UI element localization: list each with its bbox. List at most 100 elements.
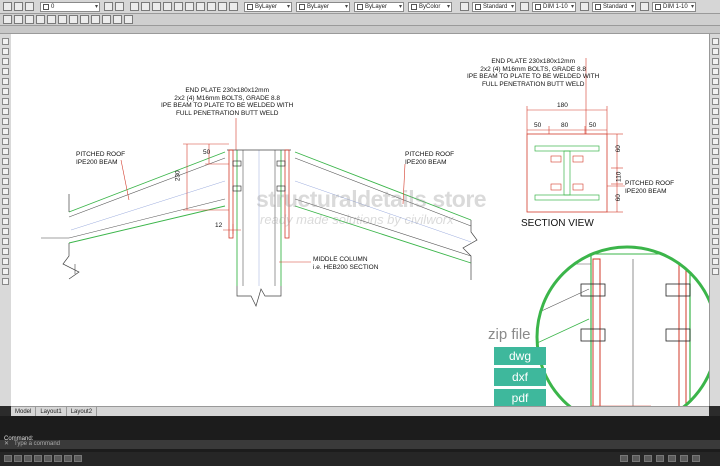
linetype-dropdown[interactable]: ByLayer ▾ — [296, 2, 350, 12]
ellipse-arc-icon[interactable] — [2, 138, 9, 145]
lock-ui-icon[interactable] — [644, 455, 652, 462]
snap-icon[interactable] — [113, 15, 122, 24]
command-close-icon[interactable]: ✕ — [4, 440, 9, 447]
zoom-previous-icon[interactable] — [185, 2, 194, 11]
arc-tool-icon[interactable] — [2, 88, 9, 95]
spline-icon[interactable] — [2, 118, 9, 125]
design-center-icon[interactable] — [207, 2, 216, 11]
dynamic-input-icon[interactable] — [64, 455, 72, 462]
text-style-dropdown[interactable]: Standard ▾ — [472, 2, 516, 12]
customization-icon[interactable] — [692, 455, 700, 462]
offset-icon[interactable] — [712, 68, 719, 75]
text-style-icon[interactable] — [460, 2, 469, 11]
polygon-icon[interactable] — [2, 68, 9, 75]
help-icon[interactable] — [229, 2, 238, 11]
gradient-icon[interactable] — [2, 188, 9, 195]
object-snap-icon[interactable] — [44, 455, 52, 462]
color-dropdown[interactable]: ByLayer ▾ — [244, 2, 292, 12]
dist-icon[interactable] — [2, 238, 9, 245]
dxf-download-button[interactable]: dxf — [494, 368, 546, 386]
new-file-icon[interactable] — [3, 2, 12, 11]
properties-icon[interactable] — [196, 2, 205, 11]
table-style-dropdown[interactable]: Standard ▾ — [592, 2, 636, 12]
layer-properties-icon[interactable] — [104, 2, 113, 11]
zoom-icon[interactable] — [163, 2, 172, 11]
undo-icon[interactable] — [130, 2, 139, 11]
lineweight-toggle-icon[interactable] — [74, 455, 82, 462]
text-icon[interactable] — [69, 15, 78, 24]
dim-style-icon[interactable] — [520, 2, 529, 11]
polyline-icon[interactable] — [14, 15, 23, 24]
copy-icon[interactable] — [712, 48, 719, 55]
ortho-mode-icon[interactable] — [24, 455, 32, 462]
redo-icon[interactable] — [141, 2, 150, 11]
isolate-objects-icon[interactable] — [656, 455, 664, 462]
insert-block-icon[interactable] — [2, 148, 9, 155]
mirror-icon[interactable] — [712, 58, 719, 65]
multileader-style-icon[interactable] — [640, 2, 649, 11]
stretch-icon[interactable] — [712, 118, 719, 125]
annotation-scale-icon[interactable] — [620, 455, 628, 462]
point-icon[interactable] — [2, 168, 9, 175]
insert-icon[interactable] — [102, 15, 111, 24]
fillet-icon[interactable] — [712, 178, 719, 185]
pdf-download-button[interactable]: pdf — [494, 389, 546, 406]
block-icon[interactable] — [91, 15, 100, 24]
ucs-icon[interactable] — [2, 258, 9, 265]
drawing-canvas[interactable]: END PLATE 230x180x12mm 2x2 (4) M16mm BOL… — [11, 34, 709, 406]
join-icon[interactable] — [712, 158, 719, 165]
view-icon[interactable] — [2, 278, 9, 285]
array-icon[interactable] — [712, 78, 719, 85]
divide-icon[interactable] — [712, 218, 719, 225]
rotate-icon[interactable] — [712, 98, 719, 105]
orbit-icon[interactable] — [2, 268, 9, 275]
area-icon[interactable] — [2, 248, 9, 255]
layer-dropdown[interactable]: 0 ▾ — [40, 2, 100, 12]
polyline-tool-icon[interactable] — [2, 58, 9, 65]
id-point-icon[interactable] — [712, 258, 719, 265]
polar-tracking-icon[interactable] — [34, 455, 42, 462]
revision-cloud-icon[interactable] — [2, 108, 9, 115]
command-input[interactable]: ✕ Type a command — [0, 440, 720, 449]
table-style-icon[interactable] — [580, 2, 589, 11]
trim-icon[interactable] — [712, 128, 719, 135]
dim-style-dropdown[interactable]: DIM 1-10 ▾ — [532, 2, 576, 12]
measure-icon[interactable] — [712, 228, 719, 235]
line-icon[interactable] — [3, 15, 12, 24]
table-icon[interactable] — [2, 208, 9, 215]
list-icon[interactable] — [712, 248, 719, 255]
lengthen-icon[interactable] — [712, 198, 719, 205]
layer-walk-icon[interactable] — [712, 268, 719, 275]
grid-icon[interactable] — [124, 15, 133, 24]
extend-icon[interactable] — [712, 138, 719, 145]
add-selected-icon[interactable] — [2, 228, 9, 235]
dimension-icon[interactable] — [80, 15, 89, 24]
grid-mode-icon[interactable] — [14, 455, 22, 462]
hatch-tool-icon[interactable] — [2, 178, 9, 185]
object-tracking-icon[interactable] — [54, 455, 62, 462]
hardware-acceleration-icon[interactable] — [668, 455, 676, 462]
ellipse-icon[interactable] — [2, 128, 9, 135]
move-icon[interactable] — [712, 88, 719, 95]
multileader-style-dropdown[interactable]: DIM 1-10 ▾ — [652, 2, 696, 12]
align-icon[interactable] — [712, 208, 719, 215]
scale-icon[interactable] — [712, 108, 719, 115]
snap-mode-icon[interactable] — [4, 455, 12, 462]
make-current-icon[interactable] — [115, 2, 124, 11]
tool-palettes-icon[interactable] — [218, 2, 227, 11]
region-icon[interactable] — [2, 198, 9, 205]
plot-style-dropdown[interactable]: ByColor ▾ — [408, 2, 452, 12]
rectangle-tool-icon[interactable] — [2, 78, 9, 85]
clean-screen-icon[interactable] — [680, 455, 688, 462]
pan-icon[interactable] — [152, 2, 161, 11]
arc-icon[interactable] — [36, 15, 45, 24]
line-tool-icon[interactable] — [2, 38, 9, 45]
break-icon[interactable] — [712, 148, 719, 155]
save-icon[interactable] — [25, 2, 34, 11]
dwg-download-button[interactable]: dwg — [494, 347, 546, 365]
zoom-window-icon[interactable] — [174, 2, 183, 11]
match-properties-icon[interactable] — [712, 238, 719, 245]
open-file-icon[interactable] — [14, 2, 23, 11]
chamfer-icon[interactable] — [712, 168, 719, 175]
mtext-icon[interactable] — [2, 218, 9, 225]
